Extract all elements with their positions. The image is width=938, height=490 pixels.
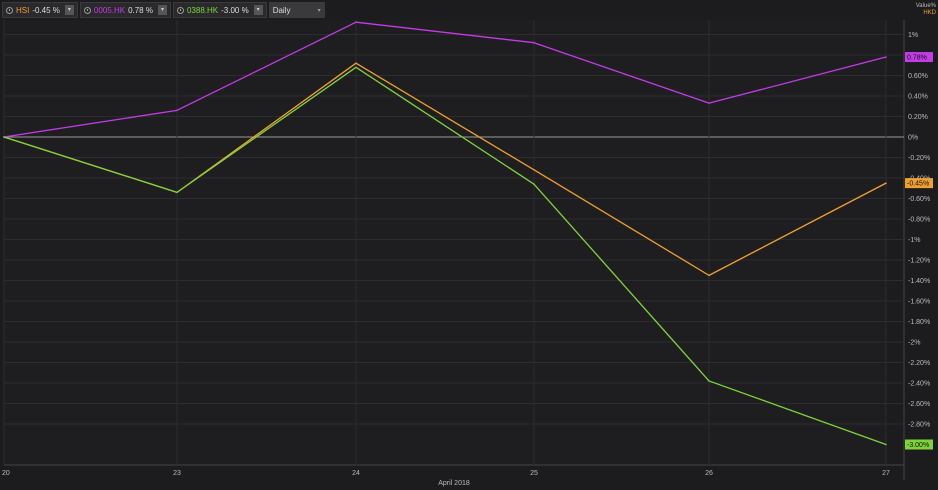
chevron-down-icon[interactable]: ▾ — [253, 5, 263, 15]
y-tick-label: 0.60% — [908, 73, 928, 80]
y-tick-label: -0.20% — [908, 155, 930, 162]
series-end-badge-label: 0.78% — [907, 55, 927, 62]
x-tick-label: 23 — [173, 470, 181, 477]
y-tick-label: -2.60% — [908, 401, 930, 408]
data-point — [708, 274, 710, 277]
frequency-value: Daily — [272, 5, 291, 15]
chevron-down-icon: ▾ — [317, 7, 321, 14]
data-point — [533, 41, 535, 44]
y-tick-label: 0.40% — [908, 94, 928, 101]
data-point — [885, 56, 887, 58]
data-point — [533, 183, 535, 185]
data-point — [708, 102, 710, 104]
data-point — [3, 136, 5, 138]
y-tick-label: -1% — [908, 237, 920, 244]
series-end-badge-label: -0.45% — [907, 181, 929, 188]
y-tick-label: -2.80% — [908, 422, 930, 429]
series-end-badge-label: -3.00% — [907, 442, 929, 449]
y-tick-label: -1.80% — [908, 319, 930, 326]
series-chip-name: HSI — [16, 5, 30, 15]
y-tick-label: 0% — [908, 135, 918, 142]
y-tick-label: -1.40% — [908, 278, 930, 285]
y-tick-label: 0.20% — [908, 114, 928, 121]
series-chip-value: 0.78 % — [128, 5, 153, 15]
clock-icon — [83, 6, 91, 14]
chart-toolbar: HSI -0.45 % ▾ 0005.HK 0.78 % ▾ 0388.HK -… — [2, 2, 325, 18]
series-chip-name: 0388.HK — [186, 5, 219, 15]
data-point — [176, 109, 178, 112]
data-point — [176, 191, 178, 194]
data-point — [355, 66, 357, 69]
line-chart: 1%0.80%0.60%0.40%0.20%0%-0.20%-0.40%-0.6… — [2, 20, 933, 487]
clock-icon — [176, 6, 184, 14]
data-point — [533, 169, 535, 171]
frequency-select[interactable]: Daily ▾ — [268, 2, 325, 18]
y-tick-label: -1.60% — [908, 299, 930, 306]
x-tick-label: 25 — [530, 470, 538, 477]
clock-icon — [6, 6, 13, 14]
x-tick-label: 24 — [352, 470, 360, 477]
y-tick-label: 1% — [908, 32, 918, 39]
plot-area — [4, 20, 886, 465]
series-chip-0388hk[interactable]: 0388.HK -3.00 % ▾ — [172, 2, 267, 18]
y-axis: 1%0.80%0.60%0.40%0.20%0%-0.20%-0.40%-0.6… — [905, 32, 933, 450]
series-chip-name: 0005.HK — [93, 5, 126, 15]
y-tick-label: -2.20% — [908, 360, 930, 367]
data-point — [885, 443, 887, 446]
chevron-down-icon[interactable]: ▾ — [157, 5, 167, 15]
x-tick-label: 26 — [705, 470, 713, 477]
series-chip-0005hk[interactable]: 0005.HK 0.78 % ▾ — [79, 2, 171, 18]
x-tick-label: 20 — [2, 470, 10, 477]
chart-grid — [3, 20, 905, 480]
y-tick-label: -0.60% — [908, 196, 930, 203]
series-chip-value: -3.00 % — [221, 5, 249, 15]
data-point — [885, 182, 887, 184]
series-chip-hsi[interactable]: HSI -0.45 % ▾ — [2, 2, 78, 18]
series-chip-value: -0.45 % — [32, 5, 60, 15]
data-point — [708, 380, 710, 382]
y-tick-label: -1.20% — [908, 258, 930, 265]
data-point — [355, 21, 357, 24]
y-tick-label: -2.40% — [908, 381, 930, 388]
x-axis-title: April 2018 — [438, 480, 470, 487]
y-tick-label: -2% — [908, 340, 920, 347]
x-axis: 20 23 24 25 26 27 April 2018 — [2, 470, 890, 487]
data-point — [355, 62, 357, 64]
y-tick-label: -0.80% — [908, 217, 930, 224]
x-tick-label: 27 — [882, 470, 890, 477]
chevron-down-icon[interactable]: ▾ — [64, 5, 74, 15]
